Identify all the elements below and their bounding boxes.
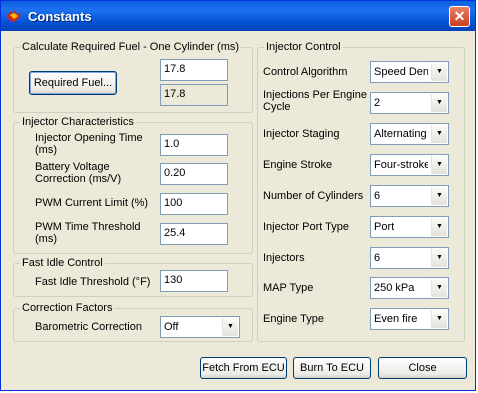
injector-opening-time-label: Injector Opening Time (ms) <box>35 132 143 156</box>
pwm-time-threshold-input[interactable]: 25.4 <box>160 223 228 245</box>
chevron-down-icon[interactable]: ▼ <box>431 125 447 143</box>
map-type-label: MAP Type <box>263 282 314 294</box>
map-type-value: 250 kPa <box>374 282 415 294</box>
engine-type-label: Engine Type <box>263 313 324 325</box>
pwm-current-limit-input[interactable]: 100 <box>160 193 228 215</box>
injector-port-type-label: Injector Port Type <box>263 221 350 233</box>
barometric-correction-label: Barometric Correction <box>35 321 142 333</box>
chevron-down-icon[interactable]: ▼ <box>431 187 447 205</box>
barometric-correction-dropdown[interactable]: Off ▼ <box>160 316 240 338</box>
battery-correction-label: Battery Voltage Correction (ms/V) <box>35 161 122 185</box>
chevron-down-icon[interactable]: ▼ <box>431 279 447 297</box>
engine-type-value: Even fire <box>374 313 418 325</box>
close-window-icon[interactable]: ✕ <box>449 6 470 27</box>
required-fuel-button[interactable]: Required Fuel... <box>29 71 117 95</box>
fast-idle-threshold-label: Fast Idle Threshold (°F) <box>35 276 151 288</box>
injector-control-group-label: Injector Control <box>264 41 343 53</box>
number-of-cylinders-label: Number of Cylinders <box>263 190 364 202</box>
control-algorithm-dropdown[interactable]: Speed Den: ▼ <box>370 61 449 83</box>
control-algorithm-value: Speed Den: <box>374 66 428 78</box>
correction-factors-group-label: Correction Factors <box>20 302 115 314</box>
pwm-current-limit-label: PWM Current Limit (%) <box>35 197 149 209</box>
injector-characteristics-group-label: Injector Characteristics <box>20 116 136 128</box>
injections-per-cycle-value: 2 <box>374 97 381 109</box>
injector-staging-label: Injector Staging <box>263 128 340 140</box>
number-of-cylinders-value: 6 <box>374 190 381 202</box>
injectors-value: 6 <box>374 252 381 264</box>
injectors-dropdown[interactable]: 6 ▼ <box>370 247 449 269</box>
chevron-down-icon[interactable]: ▼ <box>431 218 447 236</box>
burn-to-ecu-button[interactable]: Burn To ECU <box>293 357 371 379</box>
fast-idle-group-label: Fast Idle Control <box>20 257 105 269</box>
close-button[interactable]: Close <box>378 357 467 379</box>
injector-port-type-value: Port <box>374 221 395 233</box>
chevron-down-icon[interactable]: ▼ <box>222 318 238 336</box>
map-type-dropdown[interactable]: 250 kPa ▼ <box>370 277 449 299</box>
constants-window: Constants ✕ Calculate Required Fuel - On… <box>0 0 476 391</box>
app-icon <box>7 10 21 22</box>
battery-correction-input[interactable]: 0.20 <box>160 163 228 185</box>
title-bar[interactable]: Constants ✕ <box>1 1 475 31</box>
injectors-label: Injectors <box>263 252 305 264</box>
injector-staging-dropdown[interactable]: Alternating ▼ <box>370 123 449 145</box>
control-algorithm-label: Control Algorithm <box>263 66 348 78</box>
required-fuel-computed: 17.8 <box>160 84 228 106</box>
chevron-down-icon[interactable]: ▼ <box>431 94 447 112</box>
number-of-cylinders-dropdown[interactable]: 6 ▼ <box>370 185 449 207</box>
chevron-down-icon[interactable]: ▼ <box>431 156 447 174</box>
chevron-down-icon[interactable]: ▼ <box>431 310 447 328</box>
fetch-from-ecu-button[interactable]: Fetch From ECU <box>200 357 287 379</box>
engine-stroke-value: Four-stroke <box>374 159 428 171</box>
required-fuel-group-label: Calculate Required Fuel - One Cylinder (… <box>20 41 242 53</box>
engine-type-dropdown[interactable]: Even fire ▼ <box>370 308 449 330</box>
injections-per-cycle-dropdown[interactable]: 2 ▼ <box>370 92 449 114</box>
pwm-time-threshold-label: PWM Time Threshold (ms) <box>35 221 141 245</box>
injections-per-cycle-label: Injections Per Engine Cycle <box>263 89 367 113</box>
fast-idle-threshold-input[interactable]: 130 <box>160 270 228 292</box>
engine-stroke-label: Engine Stroke <box>263 159 333 171</box>
window-title: Constants <box>28 9 92 24</box>
injector-port-type-dropdown[interactable]: Port ▼ <box>370 216 449 238</box>
required-fuel-input[interactable]: 17.8 <box>160 59 228 81</box>
barometric-correction-value: Off <box>164 321 179 333</box>
chevron-down-icon[interactable]: ▼ <box>431 63 447 81</box>
injector-staging-value: Alternating <box>374 128 427 140</box>
chevron-down-icon[interactable]: ▼ <box>431 249 447 267</box>
engine-stroke-dropdown[interactable]: Four-stroke ▼ <box>370 154 449 176</box>
injector-opening-time-input[interactable]: 1.0 <box>160 134 228 156</box>
